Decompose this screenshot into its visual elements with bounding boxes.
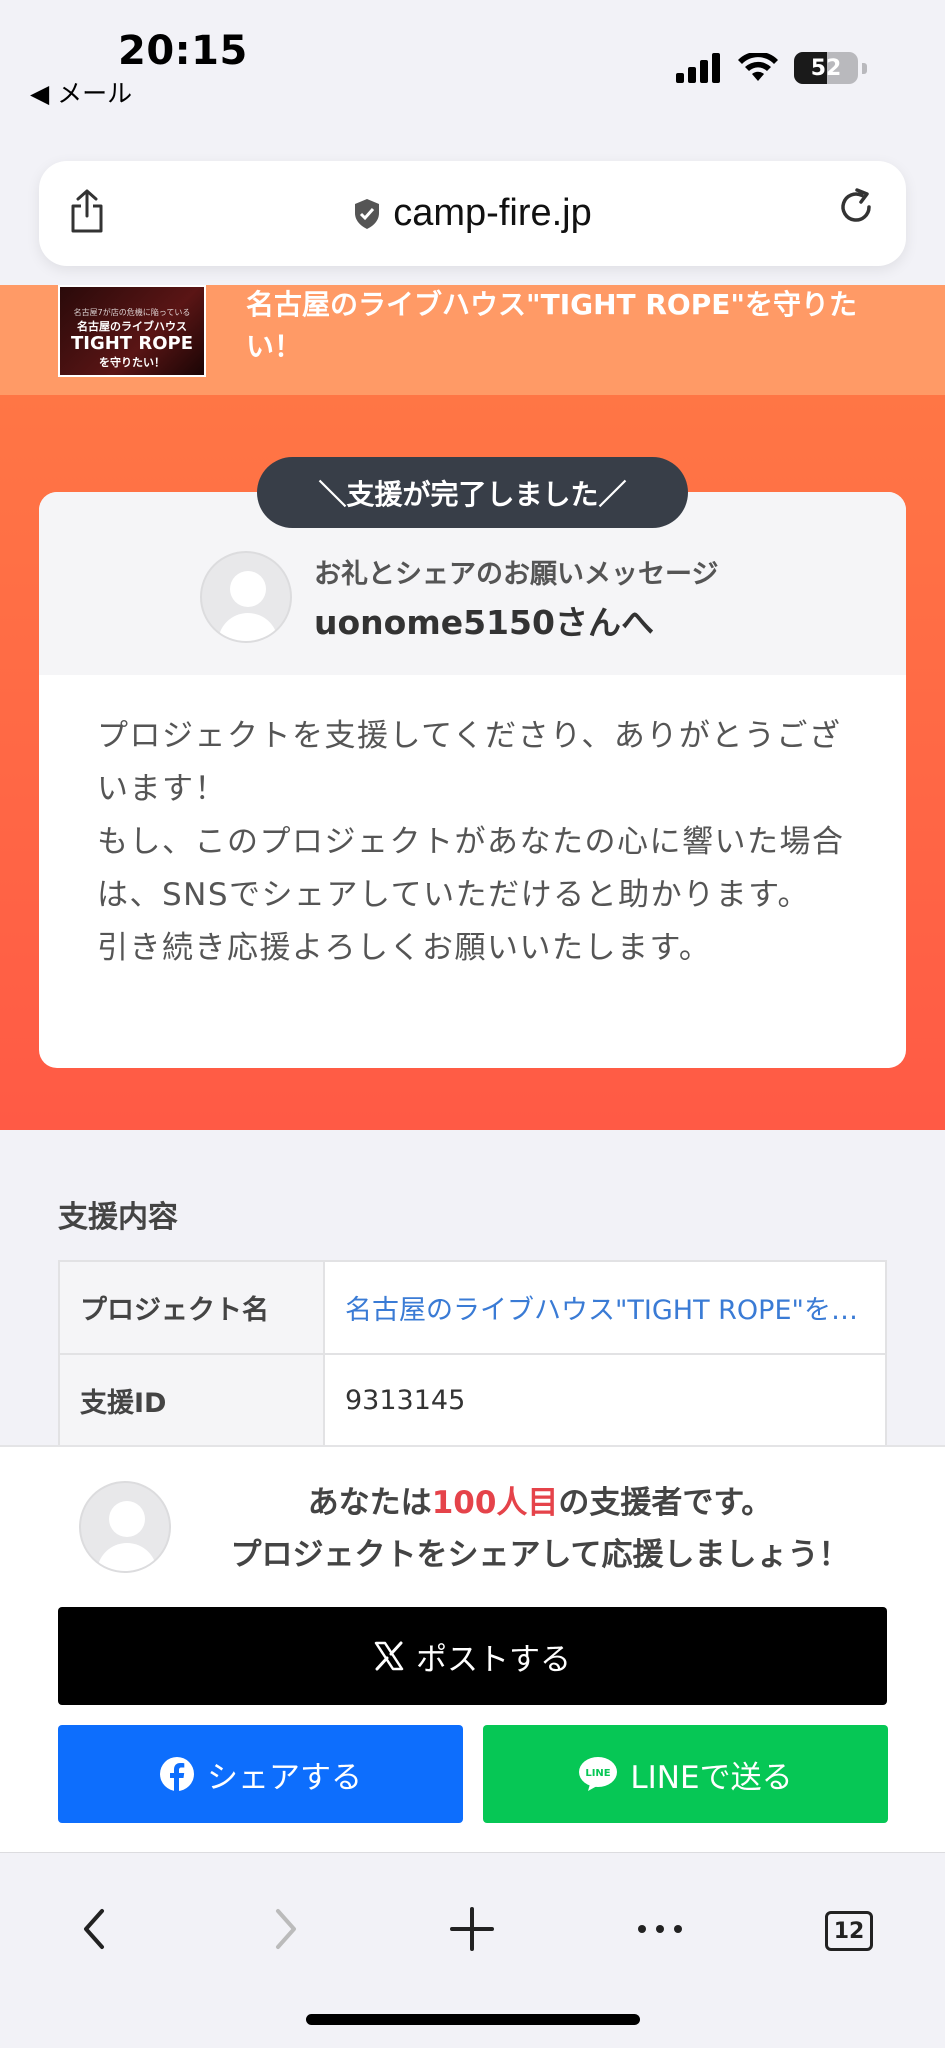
supporter-count: 100人目 [431,1485,559,1521]
message-body: プロジェクトを支援してくださり、ありがとうございます！ もし、このプロジェクトが… [97,718,845,966]
back-chevron-icon[interactable] [80,1905,110,1953]
line-logo-text: LINE [586,1768,611,1779]
tab-count: 12 [833,1918,865,1944]
project-name-link[interactable]: 名古屋のライブハウス"TIGHT ROPE"を守りたい！ [345,1288,865,1327]
table-value: 名古屋のライブハウス"TIGHT ROPE"を守りたい！ [323,1260,887,1355]
x-logo-icon [374,1641,404,1671]
battery-tip [862,62,867,74]
thumb-subtitle: 名古屋のライブハウス [77,320,187,333]
support-table: プロジェクト名 名古屋のライブハウス"TIGHT ROPE"を守りたい！ 支援I… [58,1260,887,1448]
x-post-button[interactable]: ポストする [58,1607,887,1705]
thumb-tagline: を守りたい！ [99,356,165,369]
facebook-icon [160,1757,194,1791]
line-icon: LINE [579,1757,618,1791]
battery-icon: 52 [794,52,858,84]
line-send-label: LINEで送る [630,1759,793,1796]
forward-chevron-icon[interactable] [270,1905,300,1953]
url-bar[interactable]: camp-fire.jp [39,161,906,266]
table-key: 支援ID [58,1353,325,1448]
project-thumbnail[interactable]: 名古屋7が店の危機に陥っている 名古屋のライブハウス TIGHT ROPE を守… [58,285,206,377]
table-row: プロジェクト名 名古屋のライブハウス"TIGHT ROPE"を守りたい！ [58,1260,887,1355]
facebook-share-button[interactable]: シェアする [58,1725,463,1823]
status-time: 20:15 [118,28,248,74]
share-prompt: プロジェクトをシェアして応援しましょう！ [230,1537,850,1573]
status-bar: 20:15 ◀ メール 52 [0,0,945,110]
url-display[interactable]: camp-fire.jp [39,161,906,266]
home-indicator[interactable] [306,2014,640,2025]
back-to-mail-link[interactable]: ◀ メール [30,74,132,110]
new-tab-icon[interactable] [448,1905,496,1953]
reload-icon[interactable] [836,187,876,227]
table-key: プロジェクト名 [58,1260,325,1355]
message-label: お礼とシェアのお願いメッセージ [314,559,719,590]
facebook-share-label: シェアする [207,1759,362,1796]
support-id-value: 9313145 [323,1353,887,1448]
shield-icon [355,198,380,229]
status-icons: 52 [676,52,867,84]
battery-level: 52 [810,55,842,81]
tabs-button[interactable]: 12 [825,1911,873,1951]
avatar [200,551,292,643]
thumb-title: TIGHT ROPE [70,333,193,354]
support-complete-badge: ＼支援が完了しました／ [257,457,688,528]
x-post-label: ポストする [416,1641,571,1678]
project-title[interactable]: 名古屋のライブハウス"TIGHT ROPE"を守りたい！ [246,284,886,368]
table-row: 支援ID 9313145 [58,1353,887,1448]
more-icon[interactable] [636,1919,684,1939]
thank-you-card: お礼とシェアのお願いメッセージ uonome5150さんへ プロジェクトを支援し… [39,492,906,1068]
url-text[interactable]: camp-fire.jp [393,192,592,235]
signal-icon [676,53,720,83]
recipient-name: uonome5150さんへ [314,603,654,642]
line-send-button[interactable]: LINE LINEで送る [483,1725,888,1823]
supporter-count-line: あなたは100人目の支援者です。 [307,1485,773,1521]
wifi-icon [738,53,778,81]
share-panel: あなたは100人目の支援者です。 プロジェクトをシェアして応援しましょう！ ポス… [0,1445,945,1852]
thumb-caption: 名古屋7が店の危機に陥っている [73,308,191,317]
avatar [79,1481,171,1573]
support-section-title: 支援内容 [58,1200,178,1235]
share-message: あなたは100人目の支援者です。 プロジェクトをシェアして応援しましょう！ [180,1477,900,1581]
